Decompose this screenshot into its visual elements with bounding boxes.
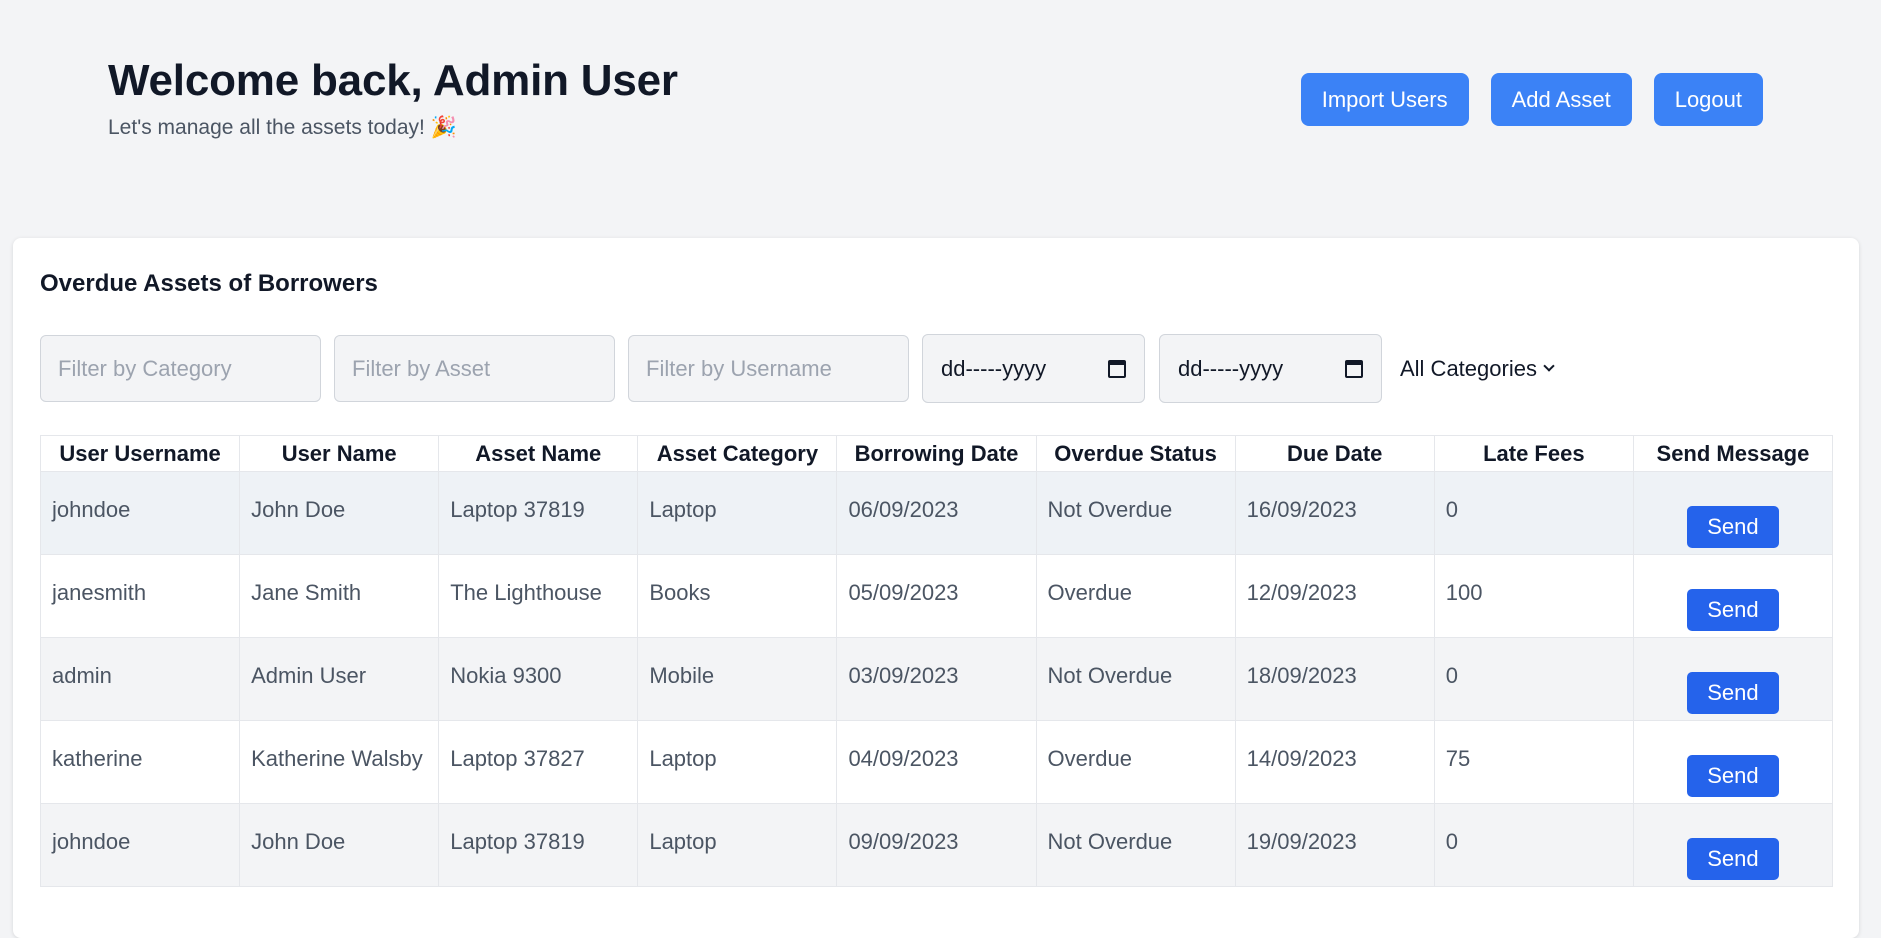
cell-late-fees: 0	[1433, 803, 1634, 887]
table-header-row: User Username User Name Asset Name Asset…	[39, 435, 1834, 472]
category-select[interactable]: All Categories	[1400, 355, 1555, 382]
table-row: admin Admin User Nokia 9300 Mobile 03/09/202…	[39, 637, 1834, 721]
cell-borrowing-date: 04/09/2023	[836, 720, 1037, 804]
cell-username: janesmith	[39, 554, 241, 638]
cell-late-fees: 0	[1433, 637, 1634, 721]
cell-late-fees: 100	[1433, 554, 1634, 638]
calendar-icon[interactable]	[1345, 359, 1363, 378]
cell-overdue-status: Overdue	[1035, 554, 1236, 638]
cell-late-fees: 75	[1433, 720, 1634, 804]
column-header: Borrowing Date	[836, 435, 1037, 472]
cell-overdue-status: Not Overdue	[1035, 471, 1236, 555]
send-message-button[interactable]: Send	[1686, 838, 1779, 880]
column-header: Asset Name	[438, 435, 639, 472]
table-row: johndoe John Doe Laptop 37819 Laptop 09/09/2…	[39, 803, 1834, 887]
cell-user-name: John Doe	[239, 803, 440, 887]
cell-user-name: John Doe	[239, 471, 440, 555]
page-subtitle: Let's manage all the assets today! 🎉	[108, 116, 457, 139]
cell-username: katherine	[39, 720, 241, 804]
cell-borrowing-date: 05/09/2023	[836, 554, 1037, 638]
header-actions: Import Users Add Asset Logout	[1300, 73, 1763, 126]
cell-asset-category: Laptop	[637, 720, 838, 804]
column-header: Overdue Status	[1035, 435, 1236, 472]
cell-asset-category: Laptop	[637, 803, 838, 887]
calendar-icon[interactable]	[1108, 359, 1126, 378]
date-from-value: dd-----yyyy	[941, 355, 1047, 381]
date-to-value: dd-----yyyy	[1178, 355, 1284, 381]
filter-bar: Filter by Category Filter by Asset Filte…	[40, 334, 1555, 403]
column-header: User Name	[239, 435, 440, 472]
cell-asset-category: Books	[637, 554, 838, 638]
date-from-input[interactable]: dd-----yyyy	[922, 334, 1145, 403]
cell-user-name: Jane Smith	[239, 554, 440, 638]
send-message-button[interactable]: Send	[1686, 506, 1779, 548]
column-header: Send Message	[1632, 435, 1834, 472]
cell-username: admin	[39, 637, 241, 721]
add-asset-button[interactable]: Add Asset	[1490, 73, 1632, 126]
cell-user-name: Katherine Walsby	[239, 720, 440, 804]
chevron-down-icon	[1543, 359, 1555, 372]
cell-send-message: Send	[1632, 720, 1834, 804]
column-header: Asset Category	[637, 435, 838, 472]
card-title: Overdue Assets of Borrowers	[40, 270, 378, 297]
cell-due-date: 18/09/2023	[1234, 637, 1435, 721]
date-to-input[interactable]: dd-----yyyy	[1159, 334, 1382, 403]
table-row: johndoe John Doe Laptop 37819 Laptop 06/09/2…	[39, 471, 1834, 555]
import-users-button[interactable]: Import Users	[1300, 73, 1469, 126]
column-header: User Username	[39, 435, 241, 472]
welcome-block: Welcome back, Admin User Let's manage al…	[108, 54, 678, 140]
cell-borrowing-date: 06/09/2023	[836, 471, 1037, 555]
filter-asset-input[interactable]: Filter by Asset	[334, 335, 615, 402]
cell-send-message: Send	[1632, 637, 1834, 721]
table-row: katherine Katherine Walsby Laptop 37827 Lap…	[39, 720, 1834, 804]
column-header: Due Date	[1234, 435, 1435, 472]
cell-asset-name: Nokia 9300	[438, 637, 639, 721]
column-header: Late Fees	[1433, 435, 1634, 472]
table-row: janesmith Jane Smith The Lighthouse Books 05…	[39, 554, 1834, 638]
logout-button[interactable]: Logout	[1653, 73, 1763, 126]
cell-asset-category: Mobile	[637, 637, 838, 721]
send-message-button[interactable]: Send	[1686, 755, 1779, 797]
cell-overdue-status: Not Overdue	[1035, 803, 1236, 887]
cell-send-message: Send	[1632, 803, 1834, 887]
page-header: Welcome back, Admin User Let's manage al…	[0, 0, 1881, 238]
cell-send-message: Send	[1632, 554, 1834, 638]
category-select-value: All Categories	[1400, 355, 1537, 381]
cell-asset-name: The Lighthouse	[438, 554, 639, 638]
filter-username-input[interactable]: Filter by Username	[628, 335, 909, 402]
cell-due-date: 14/09/2023	[1234, 720, 1435, 804]
cell-asset-name: Laptop 37827	[438, 720, 639, 804]
overdue-assets-table: User Username User Name Asset Name Asset…	[39, 435, 1834, 887]
cell-borrowing-date: 09/09/2023	[836, 803, 1037, 887]
cell-asset-category: Laptop	[637, 471, 838, 555]
cell-asset-name: Laptop 37819	[438, 471, 639, 555]
cell-username: johndoe	[39, 803, 241, 887]
send-message-button[interactable]: Send	[1686, 589, 1779, 631]
cell-late-fees: 0	[1433, 471, 1634, 555]
cell-send-message: Send	[1632, 471, 1834, 555]
cell-asset-name: Laptop 37819	[438, 803, 639, 887]
cell-overdue-status: Not Overdue	[1035, 637, 1236, 721]
cell-due-date: 12/09/2023	[1234, 554, 1435, 638]
cell-borrowing-date: 03/09/2023	[836, 637, 1037, 721]
cell-due-date: 16/09/2023	[1234, 471, 1435, 555]
cell-due-date: 19/09/2023	[1234, 803, 1435, 887]
page-title: Welcome back, Admin User	[108, 56, 678, 105]
send-message-button[interactable]: Send	[1686, 672, 1779, 714]
overdue-assets-card: Overdue Assets of Borrowers Filter by Ca…	[13, 238, 1859, 938]
filter-category-input[interactable]: Filter by Category	[40, 335, 321, 402]
cell-overdue-status: Overdue	[1035, 720, 1236, 804]
cell-user-name: Admin User	[239, 637, 440, 721]
cell-username: johndoe	[39, 471, 241, 555]
